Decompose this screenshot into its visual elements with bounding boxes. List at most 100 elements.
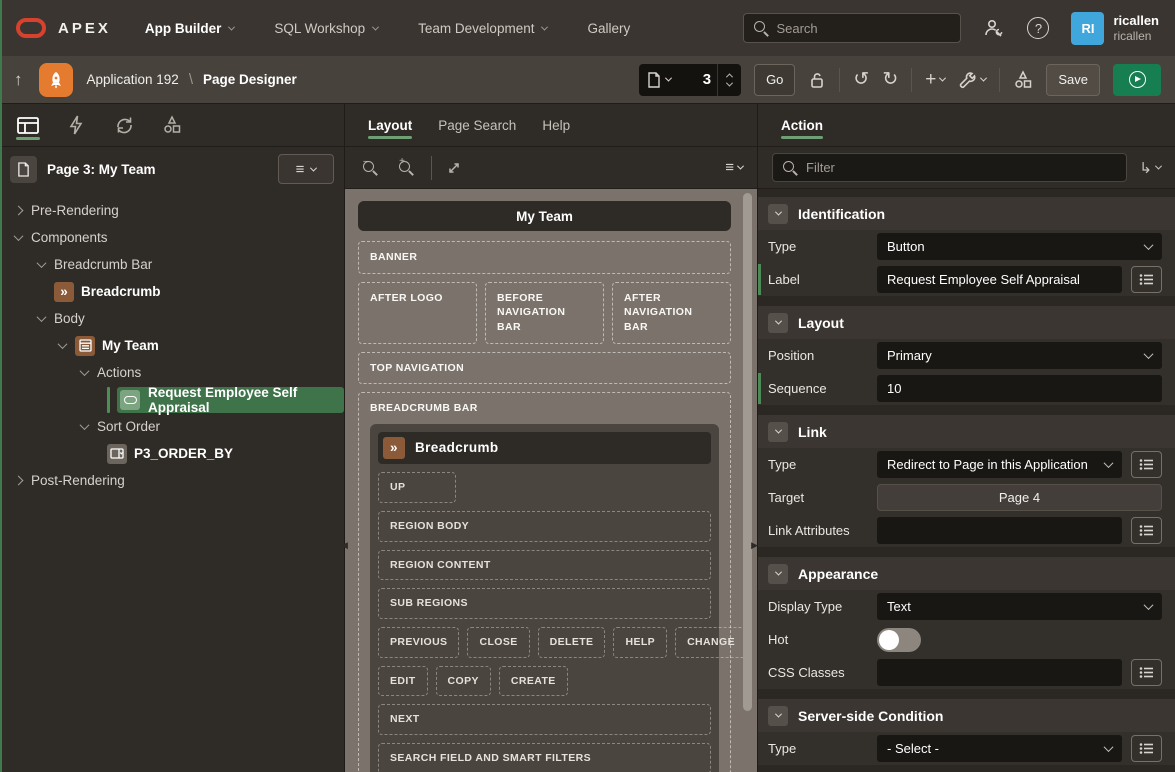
tab-action[interactable]: Action <box>768 104 836 146</box>
zone-delete[interactable]: DELETE <box>537 626 606 658</box>
tree-item-breadcrumb-bar[interactable]: Breadcrumb Bar <box>0 251 344 278</box>
zone-copy[interactable]: COPY <box>435 665 491 697</box>
menu-sql-workshop[interactable]: SQL Workshop <box>274 21 380 36</box>
tree-item-body[interactable]: Body <box>0 305 344 332</box>
type-select[interactable]: Button <box>877 233 1162 260</box>
css-classes-input[interactable] <box>887 665 1112 680</box>
global-search[interactable] <box>743 13 962 43</box>
tree-item-post-rendering[interactable]: Post-Rendering <box>0 467 344 494</box>
link-type-select[interactable]: Redirect to Page in this Application <box>877 451 1122 478</box>
menu-team-development[interactable]: Team Development <box>418 21 549 36</box>
tab-help[interactable]: Help <box>529 104 583 146</box>
breadcrumb-region-header[interactable]: » Breadcrumb <box>378 432 711 465</box>
go-to-group-button[interactable]: ↳ <box>1139 159 1163 177</box>
tree-item-sort-order[interactable]: Sort Order <box>0 413 344 440</box>
zone-previous[interactable]: PREVIOUS <box>378 626 460 658</box>
chevron-down-icon[interactable] <box>13 231 24 242</box>
link-attributes-menu-button[interactable] <box>1131 517 1162 544</box>
section-layout-header[interactable]: Layout <box>758 306 1175 339</box>
zone-breadcrumb-bar[interactable]: BREADCRUMB BAR » Breadcrumb UP REGION BO… <box>358 392 747 772</box>
search-input[interactable] <box>776 20 953 36</box>
display-type-select[interactable]: Text <box>877 593 1162 620</box>
page-number-stepper[interactable] <box>717 63 741 96</box>
collapse-button[interactable] <box>768 705 788 726</box>
tree-item-p3-order-by[interactable]: P3_ORDER_BY <box>0 440 344 467</box>
application-link[interactable]: Application 192 <box>87 72 179 87</box>
chevron-down-icon[interactable] <box>36 312 47 323</box>
zone-after-logo[interactable]: AFTER LOGO <box>358 281 477 344</box>
tree-item-pre-rendering[interactable]: Pre-Rendering <box>0 197 344 224</box>
collapse-left-handle[interactable]: ◀ <box>341 540 348 551</box>
chevron-right-icon[interactable] <box>13 205 24 216</box>
hot-toggle[interactable] <box>877 627 921 652</box>
collapse-button[interactable] <box>768 563 788 584</box>
tree-item-components[interactable]: Components <box>0 224 344 251</box>
create-menu-button[interactable]: + <box>925 70 947 89</box>
zone-after-navigation-bar[interactable]: AFTER NAVIGATION BAR <box>612 281 731 344</box>
section-identification-header[interactable]: Identification <box>758 197 1175 230</box>
zone-edit[interactable]: EDIT <box>378 665 428 697</box>
tree-item-actions[interactable]: Actions <box>0 359 344 386</box>
collapse-button[interactable] <box>768 203 788 224</box>
sequence-input[interactable] <box>887 381 1152 396</box>
avatar[interactable]: RI <box>1071 11 1105 45</box>
administration-icon[interactable] <box>983 18 1005 38</box>
menu-app-builder[interactable]: App Builder <box>145 21 236 36</box>
go-button[interactable]: Go <box>754 63 796 96</box>
collapse-button[interactable] <box>768 421 788 442</box>
application-icon[interactable] <box>38 62 73 97</box>
zoom-out-button[interactable]: – <box>359 156 381 179</box>
breadcrumb-region[interactable]: » Breadcrumb UP REGION BODY REGION CONTE… <box>370 424 747 772</box>
layout-menu-button[interactable]: ≡ <box>725 160 745 175</box>
tab-dynamic-actions[interactable] <box>64 111 88 139</box>
zone-sub-regions[interactable]: SUB REGIONS <box>378 588 711 619</box>
brand[interactable]: APEX <box>16 18 111 38</box>
up-arrow-icon[interactable]: ↑ <box>14 70 23 90</box>
css-classes-menu-button[interactable] <box>1131 659 1162 686</box>
condition-type-select[interactable]: - Select - <box>877 735 1122 762</box>
expand-button[interactable] <box>446 160 462 176</box>
section-link-header[interactable]: Link <box>758 415 1175 448</box>
zone-create[interactable]: CREATE <box>498 665 568 697</box>
chevron-down-icon[interactable] <box>36 258 47 269</box>
menu-gallery[interactable]: Gallery <box>587 21 630 36</box>
property-filter[interactable] <box>772 153 1128 182</box>
zoom-in-button[interactable]: + <box>395 156 417 179</box>
zone-help[interactable]: HELP <box>613 626 668 658</box>
spinner-down-icon[interactable] <box>726 79 734 87</box>
target-button[interactable]: Page 4 <box>877 484 1162 511</box>
canvas-scrollbar[interactable] <box>743 193 752 711</box>
chevron-down-icon[interactable] <box>79 420 90 431</box>
zone-close[interactable]: CLOSE <box>467 626 530 658</box>
lock-icon[interactable] <box>808 70 826 90</box>
zone-top-navigation[interactable]: TOP NAVIGATION <box>358 351 731 385</box>
tab-shared-components[interactable] <box>160 111 184 139</box>
redo-icon[interactable]: ↻ <box>882 70 898 89</box>
zone-next[interactable]: NEXT <box>378 704 711 735</box>
utilities-menu-button[interactable] <box>958 71 988 89</box>
link-type-menu-button[interactable] <box>1131 451 1162 478</box>
section-appearance-header[interactable]: Appearance <box>758 557 1175 590</box>
zone-up[interactable]: UP <box>378 472 456 503</box>
zone-change[interactable]: CHANGE <box>675 626 747 658</box>
chevron-right-icon[interactable] <box>13 475 24 486</box>
tree-item-request-employee-self-appraisal[interactable]: Request Employee Self Appraisal <box>0 385 344 415</box>
chevron-down-icon[interactable] <box>57 339 68 350</box>
zone-region-body[interactable]: REGION BODY <box>378 510 711 542</box>
collapse-button[interactable] <box>768 312 788 333</box>
page-finder-button[interactable] <box>639 64 679 96</box>
tree-item-breadcrumb[interactable]: » Breadcrumb <box>0 278 344 305</box>
page-number-input[interactable] <box>679 63 718 96</box>
tab-layout[interactable]: Layout <box>355 104 425 146</box>
position-select[interactable]: Primary <box>877 342 1162 369</box>
filter-input[interactable] <box>806 160 1117 175</box>
chevron-down-icon[interactable] <box>79 366 90 377</box>
tree-item-my-team[interactable]: My Team <box>0 332 344 359</box>
zone-before-navigation-bar[interactable]: BEFORE NAVIGATION BAR <box>485 281 604 344</box>
page-selector[interactable] <box>639 63 742 96</box>
tab-rendering[interactable] <box>16 111 40 140</box>
page-menu-button[interactable]: ≡ <box>278 154 334 184</box>
zone-search-field[interactable]: SEARCH FIELD AND SMART FILTERS <box>378 742 711 772</box>
collapse-right-handle[interactable]: ▶ <box>751 540 758 551</box>
zone-banner[interactable]: BANNER <box>358 241 731 274</box>
